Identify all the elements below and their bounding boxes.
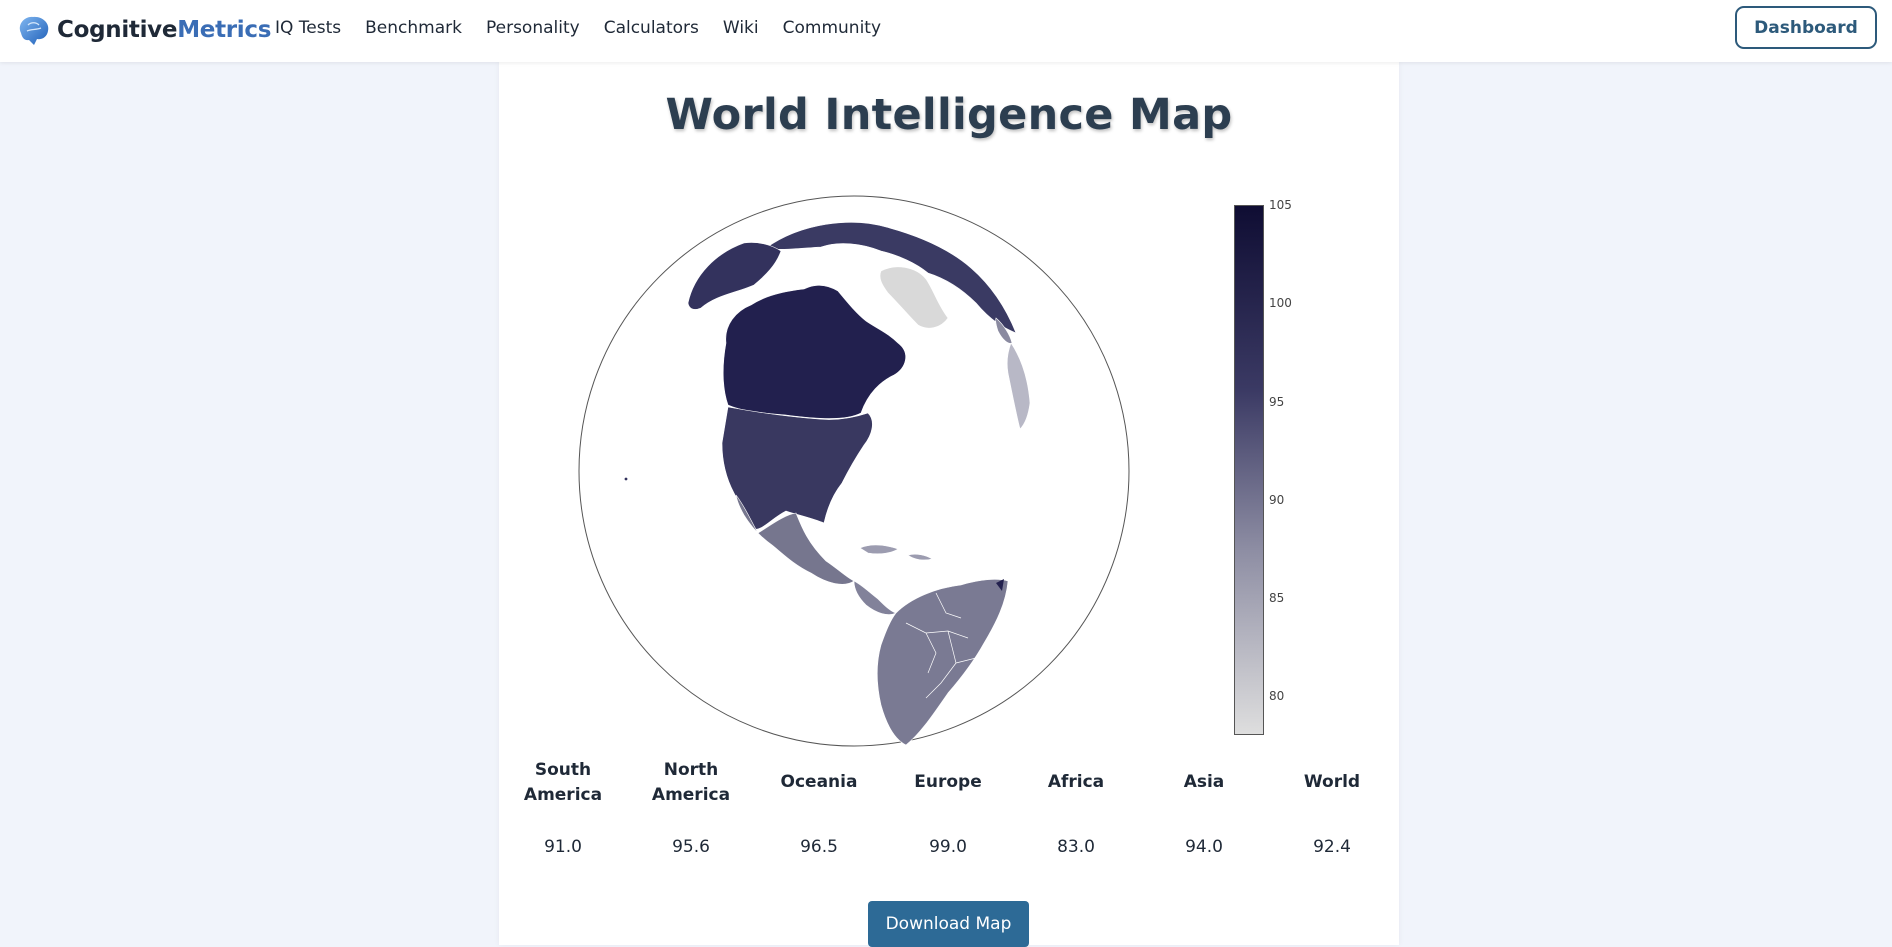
colorbar-tick-85: 85: [1269, 591, 1285, 605]
region-value-north-america: 95.6: [672, 837, 710, 857]
page-title: World Intelligence Map: [665, 90, 1233, 140]
region-name-south-america: South America: [503, 758, 623, 808]
logo[interactable]: CognitiveMetrics: [15, 12, 271, 48]
region-value-oceania: 96.5: [800, 837, 838, 857]
nav-link-iq-tests[interactable]: IQ Tests: [275, 18, 341, 38]
nav-link-calculators[interactable]: Calculators: [604, 18, 699, 38]
region-name-world: World: [1303, 772, 1361, 792]
region-name-asia: Asia: [1183, 772, 1225, 792]
region-name-line: America: [523, 785, 603, 805]
region-value-world: 92.4: [1313, 837, 1351, 857]
nav-link-benchmark[interactable]: Benchmark: [365, 18, 462, 38]
logo-text: CognitiveMetrics: [57, 17, 271, 43]
nav-links: IQ Tests Benchmark Personality Calculato…: [275, 0, 905, 56]
colorbar-tick-100: 100: [1269, 296, 1292, 310]
brain-logo-icon: [19, 16, 49, 45]
main-card: World Intelligence Map 105 100 95 90 85 …: [499, 62, 1399, 947]
region-name-line: North: [663, 760, 719, 780]
globe-outline: [578, 195, 1130, 747]
colorbar-tick-105: 105: [1269, 198, 1292, 212]
nav-link-community[interactable]: Community: [783, 18, 881, 38]
region-name-line: America: [651, 785, 731, 805]
region-name-oceania: Oceania: [780, 772, 858, 792]
download-map-button[interactable]: Download Map: [868, 901, 1029, 947]
dashboard-button[interactable]: Dashboard: [1735, 6, 1877, 49]
top-navbar: CognitiveMetrics IQ Tests Benchmark Pers…: [0, 0, 1892, 62]
logo-text-part1: Cognitive: [57, 17, 178, 43]
map-region-hawaii[interactable]: [624, 477, 628, 481]
colorbar-tick-90: 90: [1269, 493, 1285, 507]
region-value-south-america: 91.0: [544, 837, 582, 857]
logo-text-part2: Metrics: [177, 17, 272, 43]
colorbar-tick-80: 80: [1269, 689, 1285, 703]
nav-link-wiki[interactable]: Wiki: [723, 18, 759, 38]
region-name-africa: Africa: [1047, 772, 1105, 792]
region-name-north-america: North America: [631, 758, 751, 808]
region-value-africa: 83.0: [1057, 837, 1095, 857]
world-globe-map[interactable]: [576, 193, 1132, 749]
region-name-line: South: [534, 760, 592, 780]
region-name-europe: Europe: [914, 772, 982, 792]
region-value-asia: 94.0: [1185, 837, 1223, 857]
region-value-europe: 99.0: [929, 837, 967, 857]
colorbar-tick-95: 95: [1269, 395, 1285, 409]
colorbar: [1234, 205, 1264, 735]
nav-link-personality[interactable]: Personality: [486, 18, 580, 38]
